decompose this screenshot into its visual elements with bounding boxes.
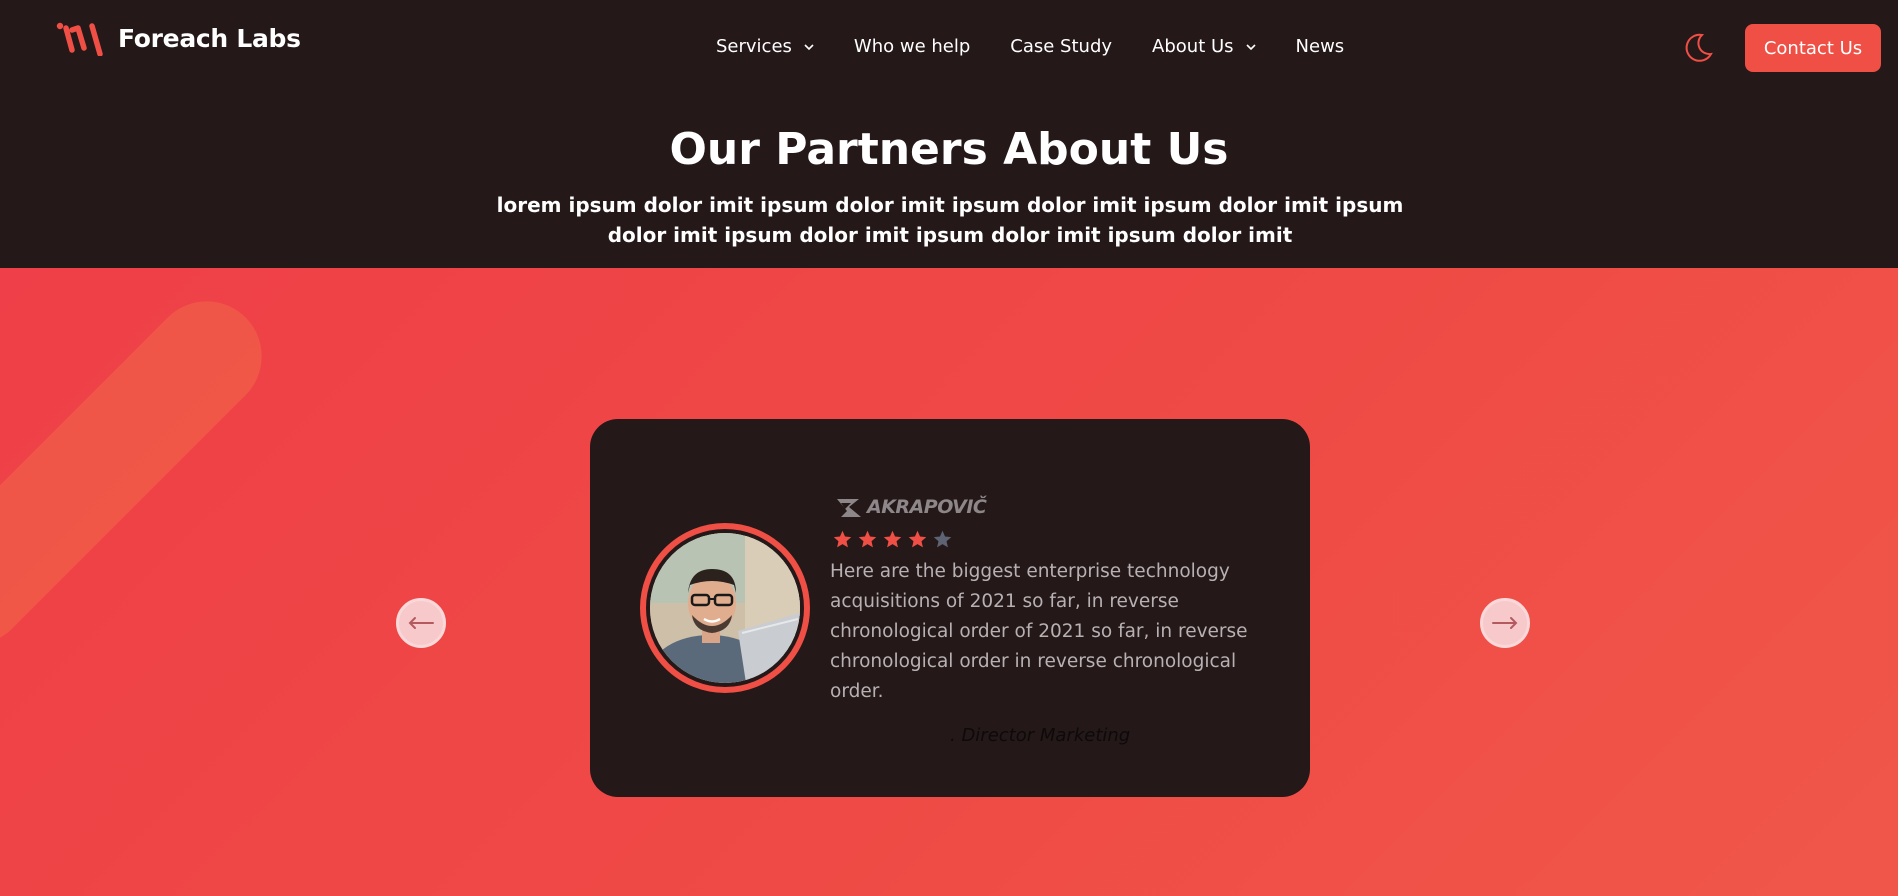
page-subtitle: lorem ipsum dolor imit ipsum dolor imit … <box>496 193 1404 247</box>
testimonials-section: AKRAPOVIČ Here are the biggest enterpris… <box>0 268 1898 896</box>
nav-item-news[interactable]: News <box>1296 36 1345 57</box>
page-title: Our Partners About Us <box>669 124 1229 175</box>
brand-logo[interactable]: Foreach Labs <box>56 20 301 56</box>
nav-item-label: Case Study <box>1010 36 1113 57</box>
star-filled-icon <box>908 530 927 548</box>
chevron-down-icon <box>804 41 814 54</box>
rating-stars <box>832 529 953 550</box>
star-filled-icon <box>858 530 877 548</box>
testimonial-author: . Director Marketing <box>950 725 1131 746</box>
nav-item-label: Services <box>716 36 792 57</box>
avatar <box>640 523 810 693</box>
nav-item-services[interactable]: Services <box>716 36 814 57</box>
nav-item-label: Who we help <box>853 36 971 57</box>
brand-name: Foreach Labs <box>118 23 301 53</box>
star-filled-icon <box>833 530 852 548</box>
star-empty-icon <box>933 530 952 548</box>
partner-logo: AKRAPOVIČ <box>835 495 987 519</box>
nav-item-case-study[interactable]: Case Study <box>1010 36 1112 57</box>
nav-item-who-we-help[interactable]: Who we help <box>854 36 970 57</box>
site-header: Foreach Labs Services Who we help Case S… <box>0 0 1898 268</box>
nav-item-label: News <box>1295 36 1345 57</box>
testimonial-quote: Here are the biggest enterprise technolo… <box>830 561 1248 702</box>
testimonial-card: AKRAPOVIČ Here are the biggest enterpris… <box>590 419 1310 797</box>
main-nav: Services Who we help Case Study About Us… <box>716 36 1384 57</box>
foreach-logo-icon <box>56 22 103 56</box>
person-photo <box>650 533 800 683</box>
star-filled-icon <box>883 530 902 548</box>
carousel-prev-button[interactable] <box>396 598 446 648</box>
akrapovic-logo-icon <box>837 499 861 517</box>
chevron-down-icon <box>1245 41 1256 54</box>
nav-item-label: About Us <box>1152 36 1234 57</box>
contact-us-button[interactable]: Contact Us <box>1745 24 1881 72</box>
nav-item-about-us[interactable]: About Us <box>1152 36 1256 57</box>
decorative-band <box>0 278 285 668</box>
moon-icon[interactable] <box>1682 32 1714 64</box>
partner-name: AKRAPOVIČ <box>867 496 987 518</box>
arrow-right-icon <box>1492 617 1518 629</box>
carousel-next-button[interactable] <box>1480 598 1530 648</box>
arrow-left-icon <box>408 617 434 629</box>
